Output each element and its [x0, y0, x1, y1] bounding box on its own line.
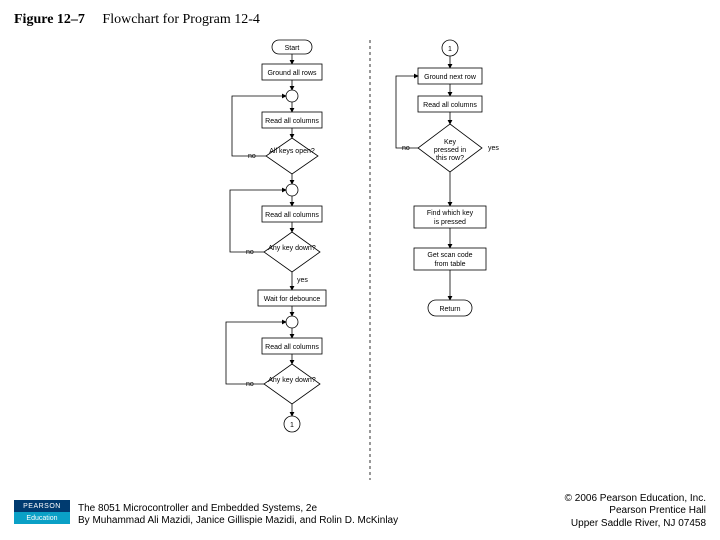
book-title: The 8051 Microcontroller and Embedded Sy…: [78, 503, 398, 516]
read-columns-right: Read all columns: [418, 96, 482, 112]
any-key-down-1-decision: Any key down?: [264, 232, 320, 272]
page-footer: PEARSON Education The 8051 Microcontroll…: [14, 493, 706, 531]
key-this-row-decision: Key pressed in this row?: [418, 124, 482, 172]
footer-book-info: The 8051 Microcontroller and Embedded Sy…: [78, 503, 398, 528]
ground-next-row-label: Ground next row: [424, 74, 477, 81]
svg-text:is pressed: is pressed: [434, 219, 466, 226]
any-down-1-no-label: no: [246, 249, 254, 256]
read-columns-1: Read all columns: [262, 112, 322, 128]
any-key-down-2-decision: Any key down?: [264, 364, 320, 404]
logo-bottom: Education: [14, 512, 70, 524]
svg-text:Find which key: Find which key: [427, 210, 474, 217]
get-scan-code: Get scan code from table: [414, 248, 486, 270]
svg-text:from table: from table: [434, 261, 465, 268]
footer-copyright: © 2006 Pearson Education, Inc. Pearson P…: [565, 493, 706, 531]
this-row-no-edge: [396, 76, 418, 148]
connector-out: 1: [284, 416, 300, 432]
all-open-no-label: no: [248, 153, 256, 160]
read-columns-1-label: Read all columns: [265, 118, 319, 125]
flowchart-svg: Start Ground all rows Read all columns A…: [0, 0, 720, 540]
svg-text:Any key down?: Any key down?: [268, 377, 316, 384]
copyright-line-1: © 2006 Pearson Education, Inc.: [565, 493, 706, 506]
read-columns-3-label: Read all columns: [265, 344, 319, 351]
logo-top: PEARSON: [14, 500, 70, 512]
read-columns-2: Read all columns: [262, 206, 322, 222]
connector-in-label: 1: [448, 46, 452, 53]
read-columns-3: Read all columns: [262, 338, 322, 354]
this-row-no-label: no: [402, 145, 410, 152]
merge-point-1: [286, 90, 298, 102]
return-terminal: Return: [428, 300, 472, 316]
all-keys-open-decision: All keys open?: [266, 138, 318, 174]
svg-text:Get scan code: Get scan code: [427, 252, 472, 259]
connector-in: 1: [442, 40, 458, 56]
read-columns-right-label: Read all columns: [423, 102, 477, 109]
merge-point-3: [286, 316, 298, 328]
book-authors: By Muhammad Ali Mazidi, Janice Gillispie…: [78, 515, 398, 528]
read-columns-2-label: Read all columns: [265, 212, 319, 219]
copyright-line-3: Upper Saddle River, NJ 07458: [565, 518, 706, 531]
wait-debounce-label: Wait for debounce: [264, 296, 321, 303]
ground-all-rows-label: Ground all rows: [267, 70, 317, 77]
svg-text:All keys open?: All keys open?: [269, 148, 315, 155]
this-row-yes-label: yes: [488, 145, 499, 152]
any-down-2-no-label: no: [246, 381, 254, 388]
start-label: Start: [285, 45, 300, 52]
svg-text:pressed in: pressed in: [434, 147, 466, 154]
svg-text:Key: Key: [444, 139, 457, 146]
find-which-key: Find which key is pressed: [414, 206, 486, 228]
copyright-line-2: Pearson Prentice Hall: [565, 505, 706, 518]
return-label: Return: [439, 306, 460, 313]
svg-text:Any key down?: Any key down?: [268, 245, 316, 252]
any-down-1-yes-label: yes: [297, 277, 308, 284]
start-terminal: Start: [272, 40, 312, 54]
pearson-logo: PEARSON Education: [14, 500, 70, 530]
ground-next-row: Ground next row: [418, 68, 482, 84]
wait-debounce: Wait for debounce: [258, 290, 326, 306]
ground-all-rows: Ground all rows: [262, 64, 322, 80]
merge-point-2: [286, 184, 298, 196]
connector-out-label: 1: [290, 422, 294, 429]
svg-text:this row?: this row?: [436, 155, 464, 162]
